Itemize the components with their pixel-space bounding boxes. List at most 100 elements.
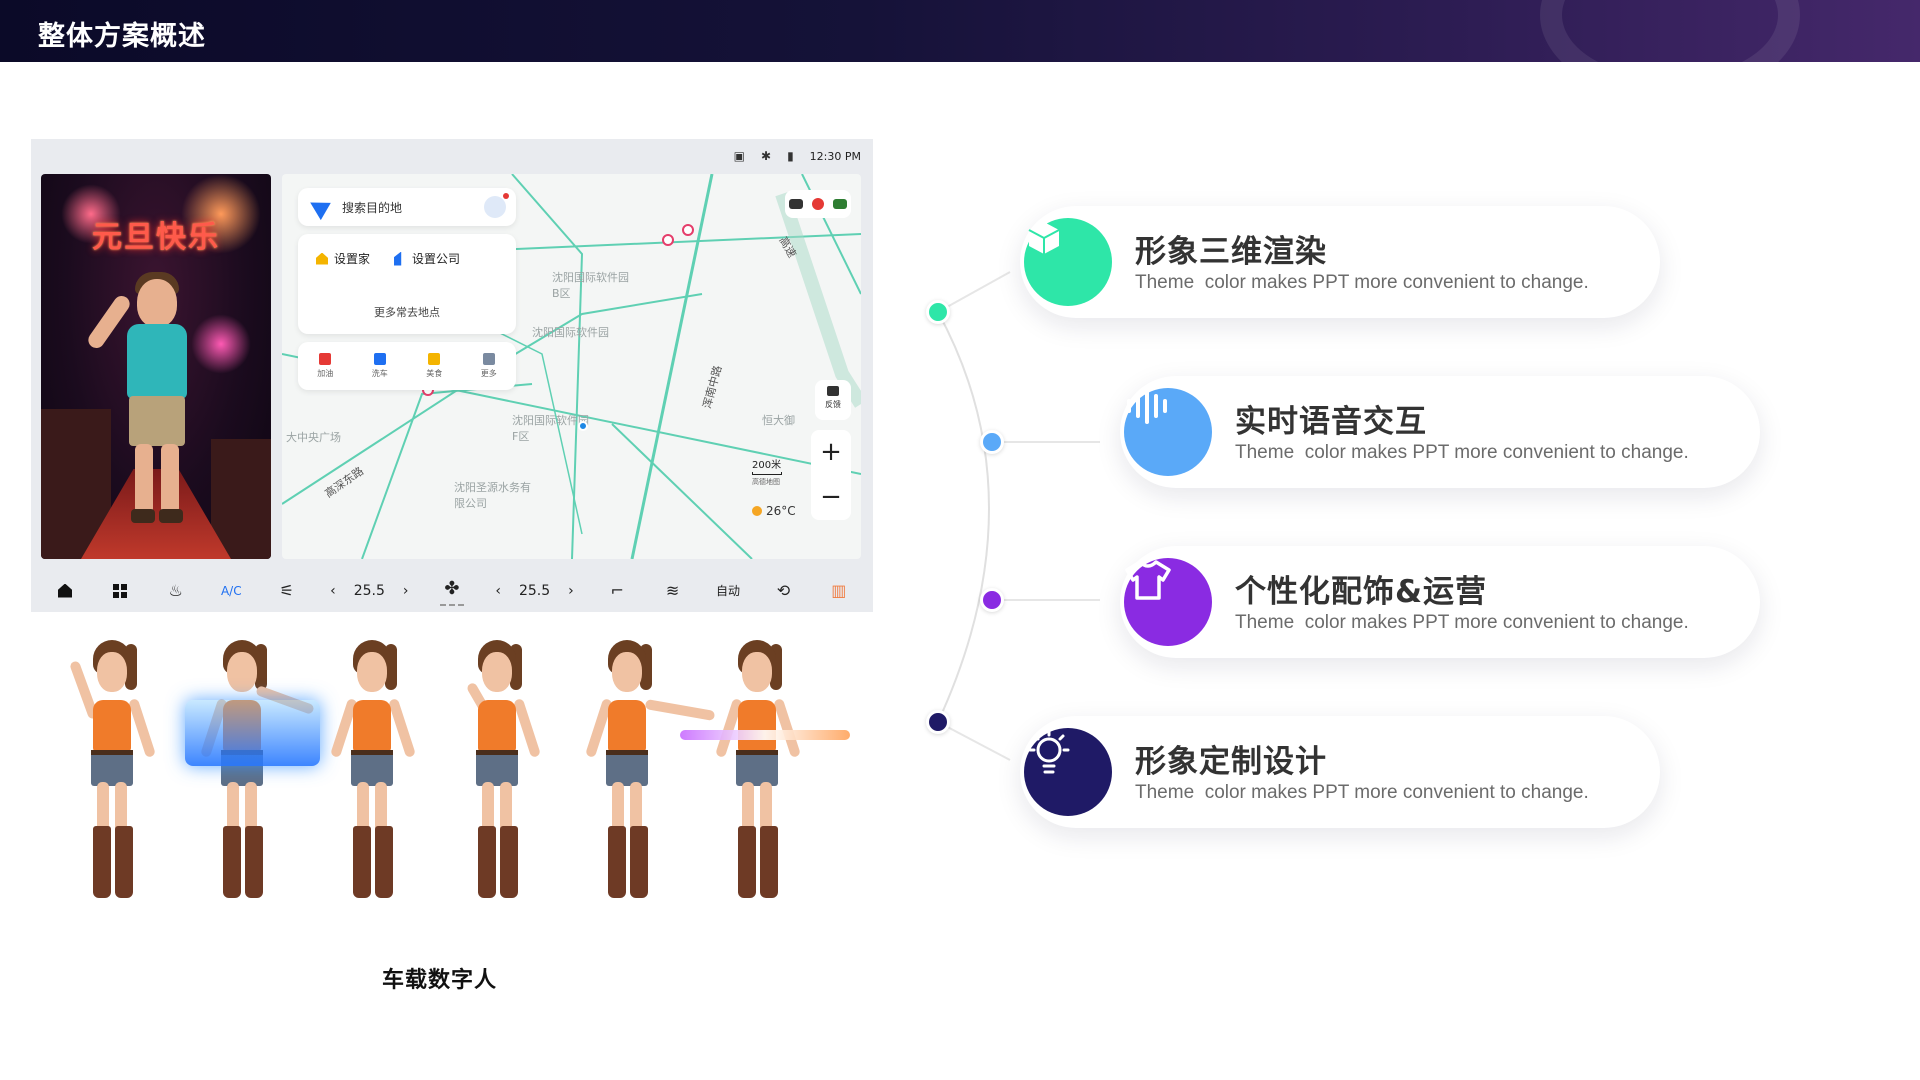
- vehicle-control-bar: ♨ A/C ⚟ ‹ 25.5 › ✤ ‹ 25.5 › ⌐ ≋ 自动 ⟲ ▥: [31, 569, 873, 612]
- more-places-link[interactable]: 更多常去地点: [298, 304, 516, 320]
- feature-card-customization: 形象定制设计 Theme color makes PPT more conven…: [1020, 716, 1660, 828]
- avatar-head: [137, 279, 177, 327]
- bluetooth-icon: ✱: [761, 149, 772, 163]
- decorative-ring: [1540, 0, 1800, 62]
- food-icon: [428, 353, 441, 365]
- rear-defrost-button[interactable]: ♨: [164, 576, 188, 606]
- pose-figure-ribbon: [680, 630, 850, 920]
- status-time: 12:30 PM: [809, 149, 861, 163]
- feedback-button[interactable]: 反馈: [815, 380, 851, 420]
- category-carwash[interactable]: 洗车: [372, 353, 388, 379]
- home-button[interactable]: [53, 576, 77, 606]
- auto-button[interactable]: 自动: [716, 576, 740, 606]
- weather-temperature: 26°C: [766, 504, 796, 518]
- feature-title: 形象定制设计: [1135, 744, 1327, 780]
- voice-assistant-icon[interactable]: [484, 193, 509, 218]
- scale-value: 200米: [752, 460, 782, 471]
- set-company-button[interactable]: 设置公司: [394, 250, 460, 267]
- timeline-dot-2: [980, 430, 1004, 454]
- set-home-label: 设置家: [334, 252, 371, 266]
- feature-timeline: 形象三维渲染 Theme color makes PPT more conven…: [900, 200, 1920, 850]
- quick-destinations-panel: 设置家 设置公司 更多常去地点: [298, 234, 516, 334]
- pose-figure: [440, 630, 550, 920]
- right-temp-decrease[interactable]: ‹: [495, 583, 501, 599]
- right-temp-control: ‹ 25.5 ›: [495, 576, 573, 606]
- home-icon: [316, 252, 328, 265]
- feature-card-accessories: 个性化配饰&运营 Theme color makes PPT more conv…: [1120, 546, 1760, 658]
- pose-figure: [570, 630, 716, 920]
- rear-defrost-icon: ♨: [168, 581, 184, 600]
- current-location-marker: [578, 421, 588, 431]
- category-gas[interactable]: 加油: [317, 353, 333, 379]
- airflow-button[interactable]: ≋: [661, 576, 685, 606]
- fan-button[interactable]: ✤: [439, 576, 464, 606]
- zoom-in-button[interactable]: +: [811, 430, 851, 475]
- firework: [191, 314, 251, 374]
- feature-title: 实时语音交互: [1235, 404, 1427, 440]
- navigation-map[interactable]: 沈阳国际软件园B区 沈阳国际软件园 沈阳国际软件园F区 大中央广场 高深东路 沈…: [282, 174, 861, 559]
- traffic-light-icon[interactable]: [832, 199, 847, 209]
- pose-figure: [315, 630, 425, 920]
- seat-icon: ⌐: [610, 581, 624, 600]
- category-label: 洗车: [371, 369, 388, 378]
- category-food[interactable]: 美食: [426, 353, 442, 379]
- traffic-icon[interactable]: [789, 199, 804, 209]
- zoom-controls: + −: [811, 430, 851, 520]
- map-poi-marker[interactable]: [682, 224, 694, 236]
- feedback-label: 反馈: [825, 400, 841, 409]
- set-home-button[interactable]: 设置家: [316, 250, 370, 267]
- category-label: 更多: [480, 369, 497, 378]
- feature-description: Theme color makes PPT more convenient to…: [1135, 782, 1589, 803]
- hologram-screen: [185, 700, 320, 766]
- seat-heat-button[interactable]: ⚟: [275, 576, 299, 606]
- front-defrost-button[interactable]: ▥: [827, 576, 851, 606]
- map-label: 恒大御: [762, 414, 795, 427]
- category-label: 美食: [426, 369, 443, 378]
- timeline-dot-1: [926, 300, 950, 324]
- pose-figure: [55, 630, 165, 920]
- map-label: 沈阳圣源水务有限公司: [454, 481, 531, 510]
- voice-wave-icon: [1124, 388, 1212, 476]
- timeline-dot-4: [926, 710, 950, 734]
- avatar-shoe: [131, 509, 155, 523]
- camera-alert-icon[interactable]: [811, 198, 824, 210]
- title-bar: 整体方案概述: [0, 0, 1920, 62]
- new-year-banner: 元旦快乐: [92, 220, 220, 255]
- navigation-arrow-icon: [305, 193, 331, 221]
- category-more[interactable]: 更多: [481, 353, 497, 379]
- seat-button[interactable]: ⌐: [605, 576, 629, 606]
- seat-heat-icon: ⚟: [279, 581, 294, 600]
- left-temp-increase[interactable]: ›: [403, 583, 409, 599]
- map-poi-marker[interactable]: [662, 234, 674, 246]
- map-label: 大中央广场: [286, 431, 341, 444]
- apps-button[interactable]: [108, 576, 132, 606]
- recirculation-button[interactable]: ⟲: [771, 576, 795, 606]
- page-title: 整体方案概述: [38, 21, 206, 52]
- left-temp-decrease[interactable]: ‹: [330, 583, 336, 599]
- weather-widget: 26°C: [752, 504, 796, 518]
- pose-figure-hologram: [185, 630, 320, 920]
- search-bar[interactable]: 搜索目的地: [298, 188, 516, 226]
- avatar-shoe: [159, 509, 183, 523]
- category-panel: 加油 洗车 美食 更多: [298, 342, 516, 390]
- timeline-dot-3: [980, 588, 1004, 612]
- category-label: 加油: [317, 369, 334, 378]
- ac-button[interactable]: A/C: [219, 576, 243, 606]
- map-provider: 高德地图: [752, 478, 780, 486]
- digital-human-poses: [55, 630, 875, 930]
- tshirt-icon: [1124, 558, 1212, 646]
- feature-title: 个性化配饰&运营: [1235, 574, 1488, 610]
- gas-station-icon: [319, 353, 332, 365]
- map-label: 沈阳国际软件园: [532, 326, 609, 339]
- avatar-arm: [85, 292, 133, 352]
- light-ribbon: [680, 730, 850, 740]
- avatar-leg: [135, 444, 153, 514]
- zoom-out-button[interactable]: −: [811, 475, 851, 520]
- map-scale: 200米 高德地图: [752, 456, 782, 487]
- feature-description: Theme color makes PPT more convenient to…: [1235, 442, 1689, 463]
- map-label: 沈阳国际软件园B区: [552, 271, 629, 300]
- map-tool-buttons: [785, 190, 851, 218]
- right-temp-increase[interactable]: ›: [568, 583, 574, 599]
- left-temp-value: 25.5: [353, 582, 385, 599]
- feedback-icon: [827, 386, 839, 396]
